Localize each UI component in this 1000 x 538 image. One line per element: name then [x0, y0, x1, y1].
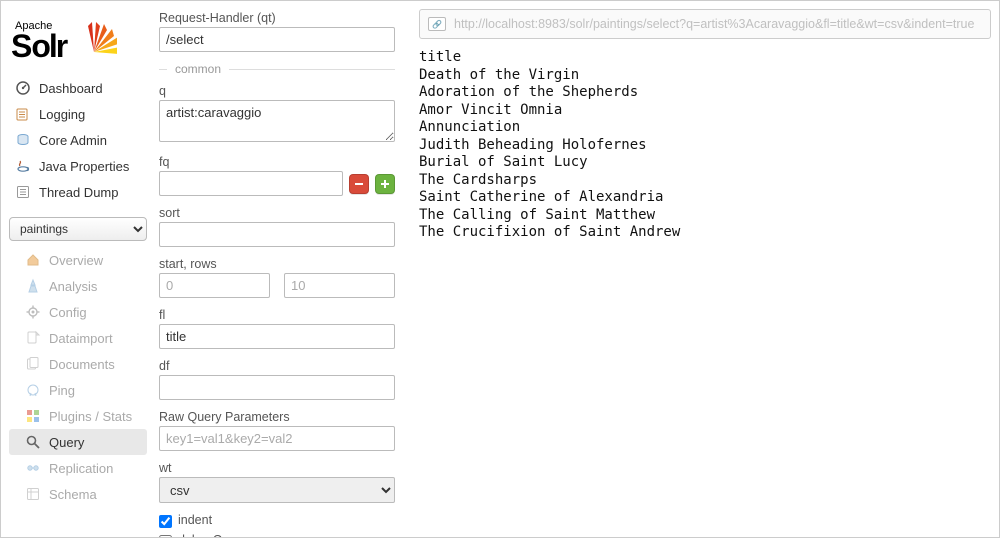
- nav-item-dashboard[interactable]: Dashboard: [9, 75, 147, 101]
- nav-item-label: Dashboard: [39, 81, 103, 96]
- add-fq-button[interactable]: [375, 174, 395, 194]
- qt-input[interactable]: [159, 27, 395, 52]
- nav-item-thread-dump[interactable]: Thread Dump: [9, 179, 147, 205]
- dataimport-icon: [25, 330, 41, 346]
- df-input[interactable]: [159, 375, 395, 400]
- fq-input[interactable]: [159, 171, 343, 196]
- core-selector[interactable]: paintings: [9, 217, 147, 241]
- core-item-config[interactable]: Config: [9, 299, 147, 325]
- wt-label: wt: [159, 461, 395, 475]
- core-item-label: Dataimport: [49, 331, 113, 346]
- nav-item-java-properties[interactable]: Java Properties: [9, 153, 147, 179]
- fl-input[interactable]: [159, 324, 395, 349]
- core-item-label: Documents: [49, 357, 115, 372]
- globe-icon: 🔗: [428, 17, 446, 31]
- core-item-label: Config: [49, 305, 87, 320]
- config-icon: [25, 304, 41, 320]
- nav-item-core-admin[interactable]: Core Admin: [9, 127, 147, 153]
- query-icon: [25, 434, 41, 450]
- sun-icon: [71, 18, 117, 64]
- core-item-label: Analysis: [49, 279, 97, 294]
- fq-label: fq: [159, 155, 395, 169]
- replication-icon: [25, 460, 41, 476]
- remove-fq-button[interactable]: [349, 174, 369, 194]
- plugins-icon: [25, 408, 41, 424]
- core-item-label: Ping: [49, 383, 75, 398]
- core-item-overview[interactable]: Overview: [9, 247, 147, 273]
- documents-icon: [25, 356, 41, 372]
- core-item-ping[interactable]: Ping: [9, 377, 147, 403]
- start-rows-label: start, rows: [159, 257, 395, 271]
- start-input[interactable]: [159, 273, 270, 298]
- sidebar: Apache Solr: [1, 1, 151, 537]
- debugquery-checkbox[interactable]: [159, 535, 172, 538]
- solr-logo: Apache Solr: [9, 7, 147, 75]
- analysis-icon: [25, 278, 41, 294]
- java-properties-icon: [15, 158, 31, 174]
- df-label: df: [159, 359, 395, 373]
- core-item-dataimport[interactable]: Dataimport: [9, 325, 147, 351]
- core-admin-icon: [15, 132, 31, 148]
- logo-solr-text: Solr: [11, 30, 67, 62]
- result-url-bar[interactable]: 🔗 http://localhost:8983/solr/paintings/s…: [419, 9, 991, 39]
- response-body: title Death of the Virgin Adoration of t…: [419, 49, 991, 242]
- logging-icon: [15, 106, 31, 122]
- nav-item-label: Core Admin: [39, 133, 107, 148]
- query-form: Request-Handler (qt) common q artist:car…: [151, 1, 411, 537]
- core-item-label: Query: [49, 435, 84, 450]
- wt-select[interactable]: csv: [159, 477, 395, 503]
- nav-item-logging[interactable]: Logging: [9, 101, 147, 127]
- rows-input[interactable]: [284, 273, 395, 298]
- core-item-plugins[interactable]: Plugins / Stats: [9, 403, 147, 429]
- q-input[interactable]: artist:caravaggio: [159, 100, 395, 142]
- nav-item-label: Logging: [39, 107, 85, 122]
- raw-params-input[interactable]: [159, 426, 395, 451]
- qt-label: Request-Handler (qt): [159, 11, 395, 25]
- core-item-label: Schema: [49, 487, 97, 502]
- thread-dump-icon: [15, 184, 31, 200]
- nav-item-label: Thread Dump: [39, 185, 118, 200]
- common-legend: common: [175, 62, 221, 76]
- schema-icon: [25, 486, 41, 502]
- core-item-query[interactable]: Query: [9, 429, 147, 455]
- core-item-label: Plugins / Stats: [49, 409, 132, 424]
- core-selector-dropdown[interactable]: paintings: [9, 217, 147, 241]
- core-nav: Overview Analysis Config Dataimport Document…: [9, 247, 147, 507]
- result-url: http://localhost:8983/solr/paintings/sel…: [454, 17, 974, 31]
- overview-icon: [25, 252, 41, 268]
- nav-item-label: Java Properties: [39, 159, 129, 174]
- dashboard-icon: [15, 80, 31, 96]
- core-item-replication[interactable]: Replication: [9, 455, 147, 481]
- ping-icon: [25, 382, 41, 398]
- core-item-label: Overview: [49, 253, 103, 268]
- core-item-documents[interactable]: Documents: [9, 351, 147, 377]
- core-item-label: Replication: [49, 461, 113, 476]
- core-item-analysis[interactable]: Analysis: [9, 273, 147, 299]
- raw-params-label: Raw Query Parameters: [159, 410, 395, 424]
- indent-label[interactable]: indent: [178, 513, 212, 527]
- sort-input[interactable]: [159, 222, 395, 247]
- main-nav: Dashboard Logging Core Admin Java Propertie…: [9, 75, 147, 205]
- debugquery-label[interactable]: debugQuery: [178, 533, 247, 537]
- sort-label: sort: [159, 206, 395, 220]
- core-item-schema[interactable]: Schema: [9, 481, 147, 507]
- fl-label: fl: [159, 308, 395, 322]
- indent-checkbox[interactable]: [159, 515, 172, 528]
- q-label: q: [159, 84, 395, 98]
- results-panel: 🔗 http://localhost:8983/solr/paintings/s…: [411, 1, 999, 537]
